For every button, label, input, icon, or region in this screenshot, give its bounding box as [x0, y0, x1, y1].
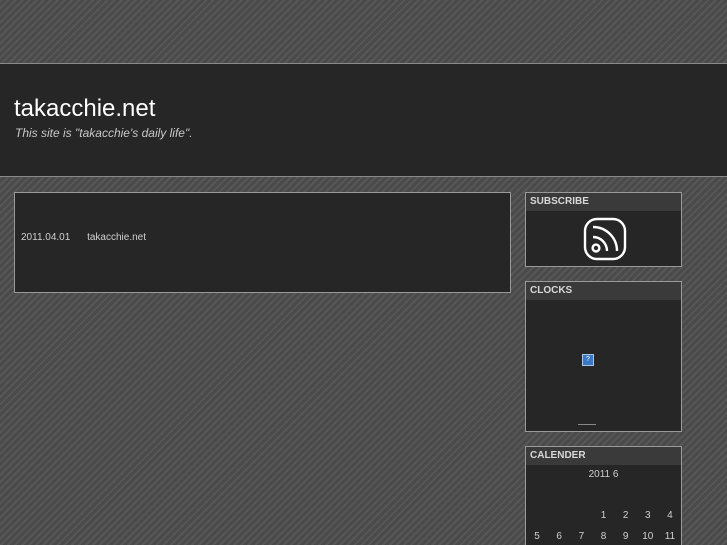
- calendar-day: 9: [622, 531, 629, 542]
- calendar-day: 5: [534, 531, 540, 542]
- calendar-day: 2: [622, 510, 629, 521]
- calendar-day: [548, 505, 570, 526]
- calendar-day: [570, 505, 592, 526]
- calendar-caption: 2011 6: [588, 469, 619, 480]
- clocks-widget: CLOCKS ?: [525, 281, 682, 432]
- widget-title: CLOCKS: [526, 282, 681, 300]
- calendar-day: 8: [600, 531, 607, 542]
- post-site-link[interactable]: takacchie.net: [87, 232, 146, 243]
- clock-plugin-placeholder-icon[interactable]: ?: [582, 354, 594, 366]
- widget-title: CALENDER: [526, 447, 681, 465]
- calendar-day: 6: [556, 531, 562, 542]
- site-description: This site is "takacchie's daily life".: [15, 126, 193, 140]
- subscribe-widget: SUBSCRIBE: [525, 192, 682, 267]
- calendar-day: [526, 505, 548, 526]
- calendar-day: 4: [667, 510, 673, 521]
- calendar-widget: CALENDER 2011 6 1 2 3 4 5 6 7 8 9 10 11: [525, 446, 682, 545]
- calendar-day: 7: [578, 531, 585, 542]
- calendar-week: 1 2 3 4: [526, 505, 681, 526]
- site-header: takacchie.net This site is "takacchie's …: [0, 63, 727, 177]
- post-entry: 2011.04.01 takacchie.net: [14, 192, 511, 293]
- calendar-day: 3: [644, 510, 651, 521]
- post-meta: 2011.04.01 takacchie.net: [21, 232, 160, 243]
- site-title[interactable]: takacchie.net: [14, 95, 155, 123]
- calendar-day: 1: [600, 510, 607, 521]
- calendar-week: 5 6 7 8 9 10 11: [526, 526, 681, 545]
- widget-title: SUBSCRIBE: [526, 193, 681, 211]
- calendar-day: 11: [664, 531, 676, 542]
- calendar-grid: 1 2 3 4 5 6 7 8 9 10 11: [526, 505, 681, 545]
- rss-icon[interactable]: [583, 217, 627, 261]
- post-date: 2011.04.01: [21, 232, 71, 243]
- clock-divider: [578, 424, 596, 425]
- calendar-day: 10: [642, 531, 654, 542]
